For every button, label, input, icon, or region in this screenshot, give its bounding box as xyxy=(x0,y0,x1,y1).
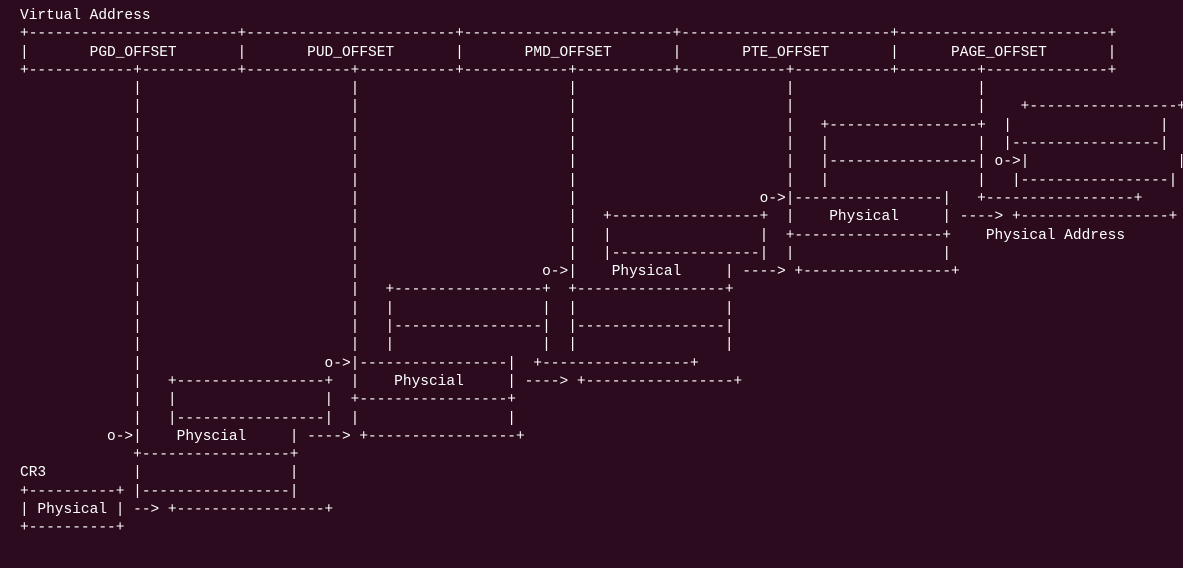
page-table-diagram: Virtual Address +-----------------------… xyxy=(0,0,1183,558)
